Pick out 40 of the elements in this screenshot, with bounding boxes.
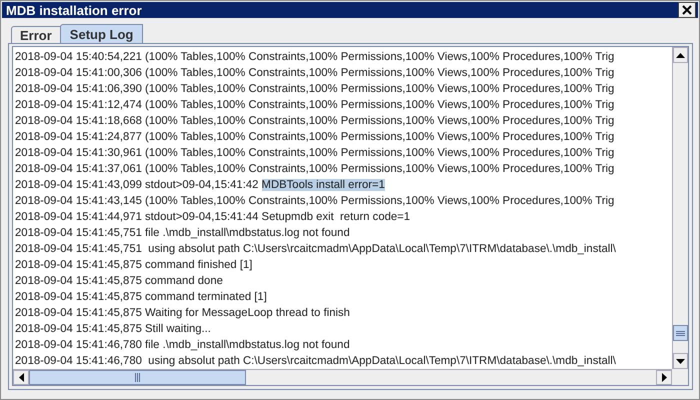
scrollbar-thumb[interactable] bbox=[673, 325, 688, 341]
window-title: MDB installation error bbox=[6, 2, 142, 18]
close-icon bbox=[682, 5, 692, 15]
grip-icon bbox=[135, 373, 140, 382]
log-line: 2018-09-04 15:41:45,751 file .\mdb_install\mdbstatus.log not found bbox=[15, 227, 350, 239]
grip-icon bbox=[676, 330, 685, 336]
log-line: 2018-09-04 15:41:37,061 (100% Tables,100% Constraints,100% Permissions,100% Views,100% Procedures,100% Trig bbox=[15, 163, 614, 175]
log-line: 2018-09-04 15:40:54,221 (100% Tables,100% Constraints,100% Permissions,100% Views,100% Procedures,100% Trig bbox=[15, 51, 614, 63]
log-line: 2018-09-04 15:41:43,145 (100% Tables,100% Constraints,100% Permissions,100% Views,100% Procedures,100% Trig bbox=[15, 195, 614, 207]
log-line: 2018-09-04 15:41:45,875 Still waiting... bbox=[15, 323, 211, 335]
horizontal-scrollbar[interactable] bbox=[13, 369, 672, 385]
scroll-up-button[interactable] bbox=[673, 47, 688, 63]
log-line: 2018-09-04 15:41:24,877 (100% Tables,100% Constraints,100% Permissions,100% Views,100% Procedures,100% Trig bbox=[15, 131, 614, 143]
down-arrow-icon bbox=[676, 358, 685, 364]
log-line: 2018-09-04 15:41:43,099 stdout>09-04,15:41:42 bbox=[15, 179, 260, 191]
selected-log-text: MDBTools install error=1 bbox=[262, 179, 385, 191]
tab[interactable]: Error bbox=[11, 26, 61, 43]
scroll-right-button[interactable] bbox=[656, 370, 672, 385]
log-line: 2018-09-04 15:41:00,306 (100% Tables,100% Constraints,100% Permissions,100% Views,100% Procedures,100% Trig bbox=[15, 67, 614, 79]
tab[interactable]: Setup Log bbox=[60, 24, 144, 43]
log-line: 2018-09-04 15:41:45,875 command done bbox=[15, 275, 223, 287]
log-line: 2018-09-04 15:41:06,390 (100% Tables,100% Constraints,100% Permissions,100% Views,100% Procedures,100% Trig bbox=[15, 83, 614, 95]
left-arrow-icon bbox=[18, 373, 24, 382]
log-line: 2018-09-04 15:41:45,875 Waiting for MessageLoop thread to finish bbox=[15, 307, 350, 319]
right-arrow-icon bbox=[662, 373, 666, 382]
log-line: 2018-09-04 15:41:45,751 using absolut path C:\Users\rcaitcmadm\AppData\Local\Temp\7\ITRM\database\.\mdb_install\ bbox=[15, 243, 616, 255]
scroll-left-button[interactable] bbox=[13, 370, 29, 385]
log-line: 2018-09-04 15:41:45,875 command terminated [1] bbox=[15, 291, 267, 303]
vertical-scrollbar[interactable] bbox=[672, 47, 688, 369]
scroll-down-button[interactable] bbox=[673, 353, 688, 369]
log-line: 2018-09-04 15:41:45,875 command finished [1] bbox=[15, 259, 252, 271]
log-line: 2018-09-04 15:41:46,780 using absolut path C:\Users\rcaitcmadm\AppData\Local\Temp\7\ITRM\database\.\mdb_install\ bbox=[15, 355, 616, 367]
log-line: 2018-09-04 15:41:12,474 (100% Tables,100% Constraints,100% Permissions,100% Views,100% Procedures,100% Trig bbox=[15, 99, 614, 111]
log-line: 2018-09-04 15:41:30,961 (100% Tables,100% Constraints,100% Permissions,100% Views,100% Procedures,100% Trig bbox=[15, 147, 614, 159]
log-line: 2018-09-04 15:41:18,668 (100% Tables,100% Constraints,100% Permissions,100% Views,100% Procedures,100% Trig bbox=[15, 115, 614, 127]
scrollbar-thumb[interactable] bbox=[29, 370, 246, 385]
log-line: 2018-09-04 15:41:44,971 stdout>09-04,15:41:44 Setupmdb exit return code=1 bbox=[15, 211, 410, 223]
close-button[interactable] bbox=[678, 2, 696, 18]
log-line: 2018-09-04 15:41:46,780 file .\mdb_install\mdbstatus.log not found bbox=[15, 339, 350, 351]
up-arrow-icon bbox=[676, 52, 685, 58]
